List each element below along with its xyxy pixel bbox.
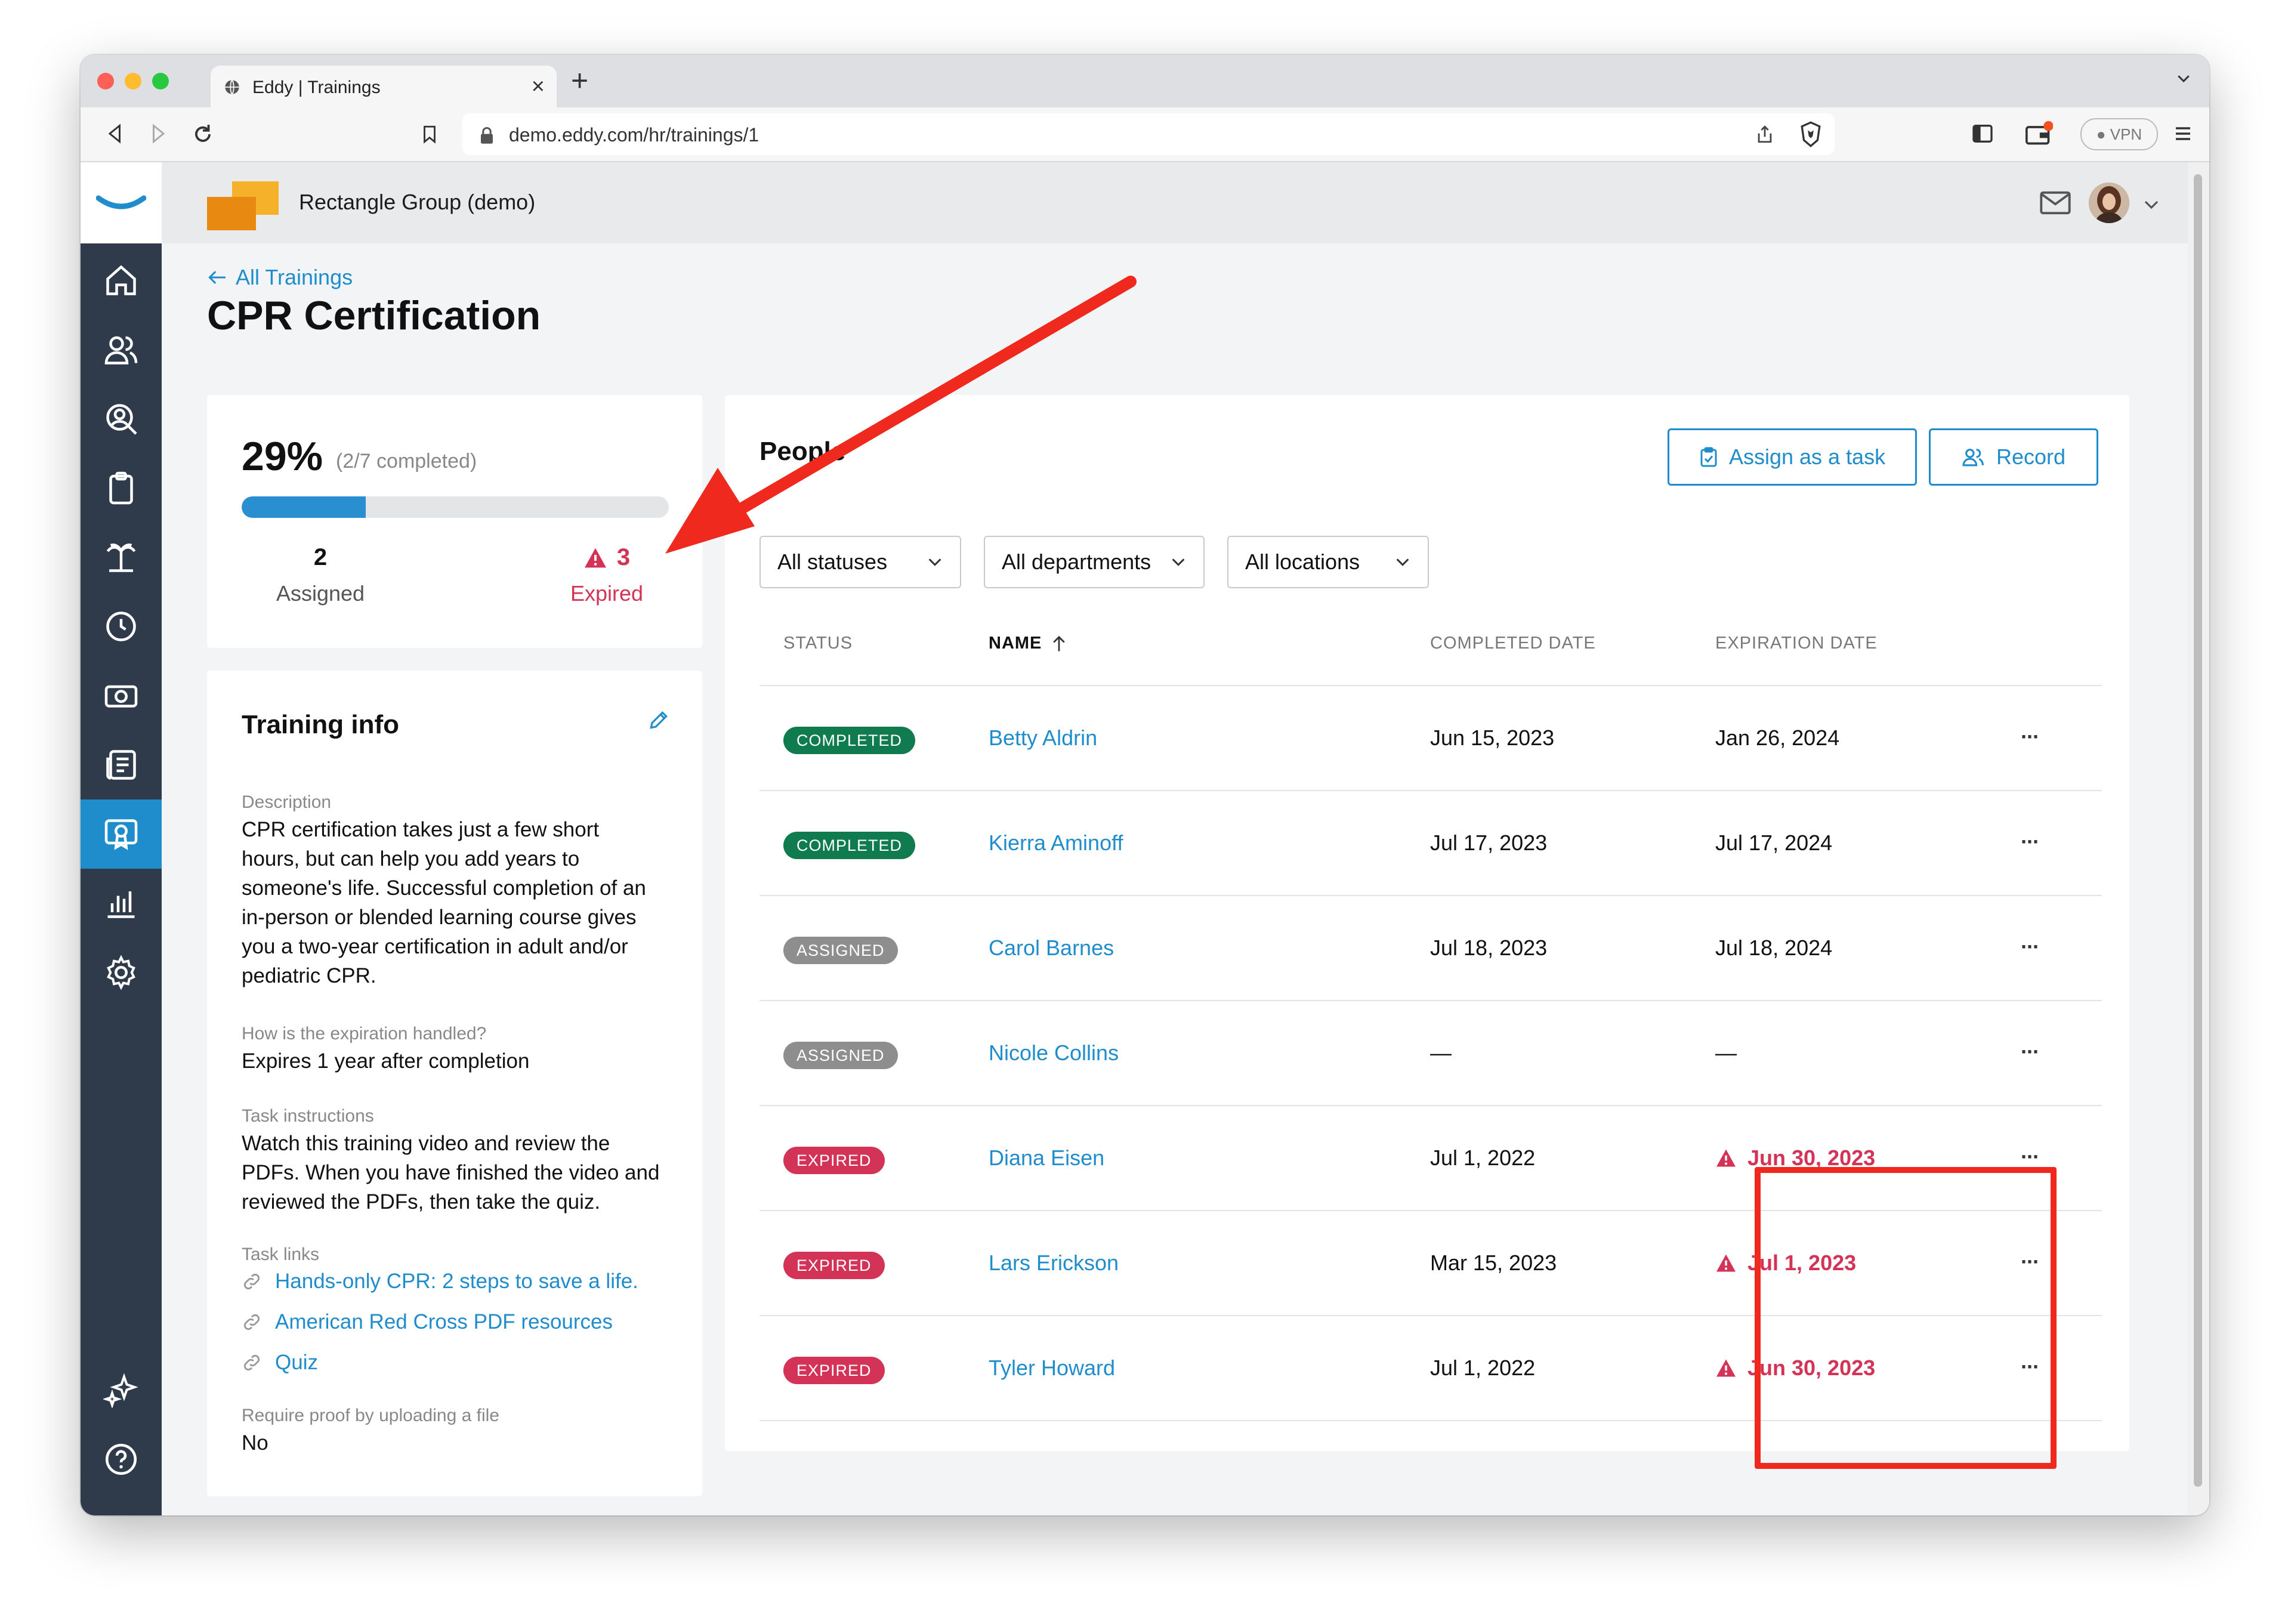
annotation-arrow (665, 276, 1137, 554)
browser-window: Eddy | Trainings × + demo.eddy.com/hr/tr… (81, 55, 2209, 1515)
annotation-arrow-shaft (695, 276, 1137, 538)
annotation-arrow-head (665, 468, 755, 554)
